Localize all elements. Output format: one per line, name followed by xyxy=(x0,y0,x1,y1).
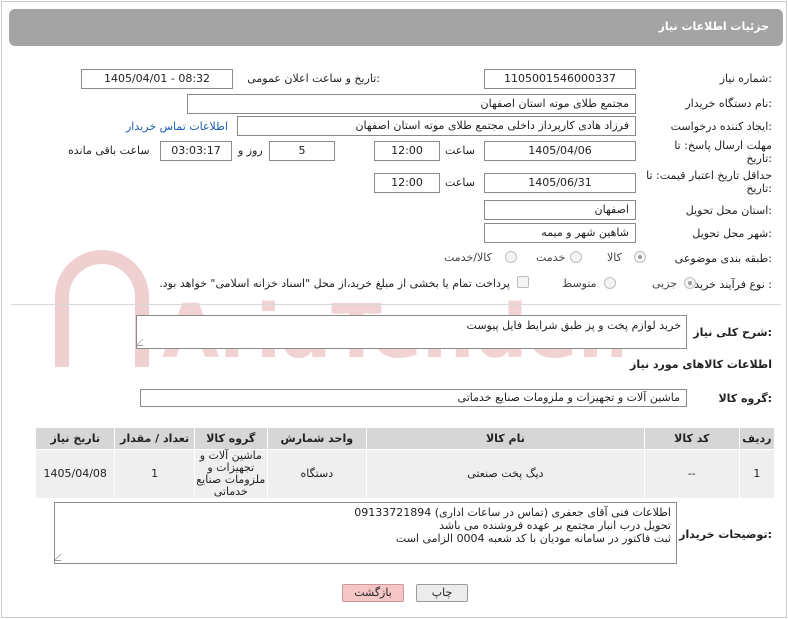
city-label: شهر محل تحویل: xyxy=(692,227,772,240)
goods-group-label: گروه کالا: xyxy=(718,392,772,405)
category-radio-goods-service[interactable] xyxy=(505,251,517,263)
goods-table-header-row: ردیف کد کالا نام کالا واحد شمارش گروه کا… xyxy=(34,427,776,450)
cell-item-code: -- xyxy=(643,449,740,499)
cell-item-group: ماشین آلات و تجهیزات و ملزومات صنایع خدم… xyxy=(193,449,268,499)
page-frame: جزئیات اطلاعات نیاز AriaTender.net شماره… xyxy=(1,1,787,618)
buyer-org-label: نام دستگاه خریدار: xyxy=(685,97,772,110)
section-divider xyxy=(11,304,781,305)
process-option-minor: جزیی xyxy=(652,277,678,290)
time-remaining-field: 03:03:17 xyxy=(160,141,232,161)
page-title: جزئیات اطلاعات نیاز xyxy=(658,20,770,33)
description-textarea[interactable]: خرید لوازم پخت و پز طبق شرایط فایل پیوست xyxy=(135,315,687,349)
cell-unit: دستگاه xyxy=(266,449,367,499)
process-radio-minor[interactable] xyxy=(684,277,696,289)
print-button[interactable]: چاپ xyxy=(416,584,468,602)
deadline-time-field: 12:00 xyxy=(374,141,440,161)
buyer-notes-label: توضیحات خریدار: xyxy=(679,528,772,541)
process-radio-medium[interactable] xyxy=(604,277,616,289)
province-field: اصفهان xyxy=(484,200,636,220)
col-header-row-number: ردیف xyxy=(738,427,776,450)
description-text: خرید لوازم پخت و پز طبق شرایط فایل پیوست xyxy=(466,319,681,332)
price-validity-time-label: ساعت xyxy=(445,176,475,189)
category-option-service: خدمت xyxy=(536,251,566,264)
need-number-label: شماره نیاز: xyxy=(719,72,772,85)
time-remaining-label: ساعت باقی مانده xyxy=(68,144,150,157)
goods-table: ردیف کد کالا نام کالا واحد شمارش گروه کا… xyxy=(34,427,776,499)
cell-need-date: 1405/04/08 xyxy=(34,449,116,499)
cell-row-number: 1 xyxy=(738,449,776,499)
goods-group-field: ماشین آلات و تجهیزات و ملزومات صنایع خدم… xyxy=(140,389,687,407)
days-label: روز و xyxy=(238,144,263,157)
buyer-contact-link[interactable]: اطلاعات تماس خریدار xyxy=(126,120,228,133)
creator-field: فرزاد هادی کارپرداز داخلی مجتمع طلای موت… xyxy=(237,116,636,136)
city-field: شاهین شهر و میمه xyxy=(484,223,636,243)
process-type-label: نوع فرآیند خرید : xyxy=(694,278,772,291)
back-button[interactable]: بازگشت xyxy=(342,584,404,602)
deadline-label: مهلت ارسال پاسخ: تا تاریخ: xyxy=(674,139,772,165)
page-header: جزئیات اطلاعات نیاز xyxy=(9,9,783,46)
deadline-date-field: 1405/04/06 xyxy=(484,141,636,161)
process-option-medium: متوسط xyxy=(562,277,597,290)
table-row: 1 -- دیگ پخت صنعتی دستگاه ماشین آلات و ت… xyxy=(34,449,776,499)
price-validity-time-field: 12:00 xyxy=(374,173,440,193)
buyer-notes-textarea[interactable]: اطلاعات فنی آقای جعفری (تماس در ساعات اد… xyxy=(53,502,677,564)
col-header-quantity: تعداد / مقدار xyxy=(114,427,195,450)
buyer-org-field: مجتمع طلای موته استان اصفهان xyxy=(187,94,636,114)
resize-grip-icon[interactable] xyxy=(135,339,150,346)
goods-section-title: اطلاعات کالاهای مورد نیاز xyxy=(630,358,772,371)
col-header-unit: واحد شمارش xyxy=(266,427,367,450)
deadline-time-label: ساعت xyxy=(445,144,475,157)
price-validity-label: حداقل تاریخ اعتبار قیمت: تا تاریخ: xyxy=(646,169,772,195)
category-label: طبقه بندی موضوعی: xyxy=(674,252,772,265)
treasury-payment-note: پرداخت تمام یا بخشی از مبلغ خرید،از محل … xyxy=(159,277,510,290)
category-option-goods: کالا xyxy=(607,251,622,264)
description-label: شرح کلی نیاز: xyxy=(693,326,772,339)
buyer-notes-line: ثبت فاکتور در سامانه مودیان با کد شعبه 0… xyxy=(395,532,671,545)
col-header-item-group: گروه کالا xyxy=(193,427,268,450)
buyer-notes-line: اطلاعات فنی آقای جعفری (تماس در ساعات اد… xyxy=(354,506,671,519)
col-header-need-date: تاریخ نیاز xyxy=(34,427,116,450)
category-radio-goods[interactable] xyxy=(634,251,646,263)
buyer-notes-line: تحویل درب انبار مجتمع بر عهده فروشنده می… xyxy=(439,519,671,532)
watermark-mark xyxy=(55,250,149,367)
category-radio-service[interactable] xyxy=(570,251,582,263)
resize-grip-icon[interactable] xyxy=(53,554,68,561)
col-header-item-code: کد کالا xyxy=(643,427,740,450)
col-header-item-name: نام کالا xyxy=(365,427,645,450)
need-number-field: 1105001546000337 xyxy=(484,69,636,89)
cell-item-name: دیگ پخت صنعتی xyxy=(365,449,645,499)
cell-quantity: 1 xyxy=(114,449,195,499)
price-validity-date-field: 1405/06/31 xyxy=(484,173,636,193)
announce-date-label: تاریخ و ساعت اعلان عمومی: xyxy=(247,72,380,85)
province-label: استان محل تحویل: xyxy=(685,204,772,217)
category-option-goods-service: کالا/خدمت xyxy=(444,251,492,264)
days-remaining-field: 5 xyxy=(269,141,335,161)
announce-date-field: 1405/04/01 - 08:32 xyxy=(81,69,233,89)
treasury-payment-checkbox[interactable] xyxy=(517,276,529,288)
creator-label: ایجاد کننده درخواست: xyxy=(670,120,772,133)
